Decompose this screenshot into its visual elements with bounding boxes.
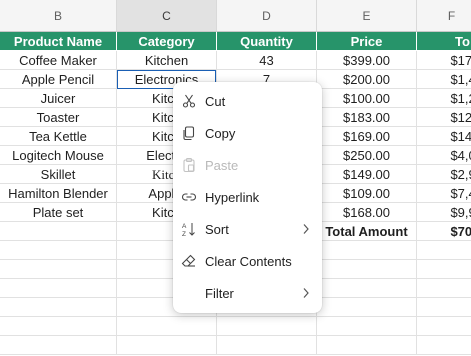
column-header-f[interactable]: F <box>417 0 471 32</box>
empty-cell[interactable] <box>417 241 471 260</box>
table-cell[interactable]: $2,98 <box>417 165 471 184</box>
empty-cell[interactable] <box>0 336 117 355</box>
scissors-icon <box>181 93 197 109</box>
total-label[interactable]: Total Amount <box>317 222 417 241</box>
empty-cell[interactable] <box>317 260 417 279</box>
table-cell[interactable]: $250.00 <box>317 146 417 165</box>
table-cell[interactable]: $399.00 <box>317 51 417 70</box>
table-cell[interactable]: $1,20 <box>417 89 471 108</box>
empty-cell[interactable] <box>417 336 471 355</box>
copy-icon <box>181 125 197 141</box>
sort-az-icon: AZ <box>181 221 197 237</box>
clipboard-icon <box>181 157 197 173</box>
table-cell[interactable]: $12,6 <box>417 108 471 127</box>
chevron-right-icon <box>302 223 310 235</box>
table-cell[interactable]: Kitchen <box>117 51 217 70</box>
table-cell[interactable]: Logitech Mouse <box>0 146 117 165</box>
menu-item-paste: Paste <box>173 149 322 181</box>
column-header-c[interactable]: C <box>117 0 217 32</box>
table-header-cell[interactable]: Product Name <box>0 32 117 51</box>
empty-cell[interactable] <box>317 298 417 317</box>
table-cell[interactable]: Juicer <box>0 89 117 108</box>
table-cell[interactable]: $100.00 <box>317 89 417 108</box>
svg-text:Z: Z <box>182 231 186 237</box>
menu-item-sort[interactable]: A Z Sort <box>173 213 322 245</box>
empty-cell[interactable] <box>317 241 417 260</box>
empty-cell[interactable] <box>0 260 117 279</box>
table-cell[interactable]: 43 <box>217 51 317 70</box>
table-header-cell[interactable]: Price <box>317 32 417 51</box>
table-cell[interactable]: $7,41 <box>417 184 471 203</box>
empty-cell[interactable] <box>117 317 217 336</box>
empty-cell[interactable] <box>0 241 117 260</box>
empty-cell[interactable] <box>217 317 317 336</box>
table-header-cell[interactable]: Category <box>117 32 217 51</box>
table-cell[interactable]: $9,91 <box>417 203 471 222</box>
column-header-e[interactable]: E <box>317 0 417 32</box>
empty-cell[interactable] <box>317 279 417 298</box>
table-cell[interactable]: $109.00 <box>317 184 417 203</box>
total-value[interactable]: $70,7 <box>417 222 471 241</box>
table-cell[interactable]: $1,40 <box>417 70 471 89</box>
table-cell[interactable]: $4,00 <box>417 146 471 165</box>
column-header-b[interactable]: B <box>0 0 117 32</box>
table-cell[interactable]: Coffee Maker <box>0 51 117 70</box>
menu-item-label: Cut <box>205 93 226 109</box>
table-cell[interactable] <box>0 222 117 241</box>
empty-cell[interactable] <box>417 260 471 279</box>
table-cell[interactable]: Tea Kettle <box>0 127 117 146</box>
table-cell[interactable]: Plate set <box>0 203 117 222</box>
table-cell[interactable]: Apple Pencil <box>0 70 117 89</box>
table-cell[interactable]: $168.00 <box>317 203 417 222</box>
blank-icon-slot <box>181 285 197 301</box>
menu-item-label: Copy <box>205 125 236 141</box>
empty-cell[interactable] <box>417 279 471 298</box>
empty-cell[interactable] <box>317 317 417 336</box>
table-cell[interactable]: $17,1 <box>417 51 471 70</box>
table-header-cell[interactable]: Quantity <box>217 32 317 51</box>
table-cell[interactable]: $200.00 <box>317 70 417 89</box>
table-cell[interactable]: $149.00 <box>317 165 417 184</box>
empty-cell[interactable] <box>317 336 417 355</box>
table-cell[interactable]: $14,0 <box>417 127 471 146</box>
table-cell[interactable]: Hamilton Blender <box>0 184 117 203</box>
chevron-right-icon <box>302 287 310 299</box>
empty-cell[interactable] <box>417 317 471 336</box>
empty-cell[interactable] <box>0 317 117 336</box>
empty-cell[interactable] <box>0 298 117 317</box>
table-cell[interactable]: Skillet <box>0 165 117 184</box>
column-header-d[interactable]: D <box>217 0 317 32</box>
empty-cell[interactable] <box>417 298 471 317</box>
menu-item-copy[interactable]: Copy <box>173 117 322 149</box>
table-cell[interactable]: $183.00 <box>317 108 417 127</box>
table-header-cell[interactable]: To <box>417 32 471 51</box>
empty-cell[interactable] <box>0 279 117 298</box>
menu-item-label: Hyperlink <box>205 189 260 205</box>
eraser-icon <box>181 253 197 269</box>
svg-text:A: A <box>182 223 187 230</box>
menu-item-hyperlink[interactable]: Hyperlink <box>173 181 322 213</box>
menu-item-clear-contents[interactable]: Clear Contents <box>173 245 322 277</box>
empty-cell[interactable] <box>217 336 317 355</box>
table-cell[interactable]: $169.00 <box>317 127 417 146</box>
menu-item-label: Paste <box>205 157 239 173</box>
link-icon <box>181 189 197 205</box>
menu-item-cut[interactable]: Cut <box>173 85 322 117</box>
table-cell[interactable]: Toaster <box>0 108 117 127</box>
empty-cell[interactable] <box>117 336 217 355</box>
context-menu: Cut Copy Paste Hyperlink A Z Sort Clear Content… <box>173 82 322 313</box>
menu-item-filter[interactable]: Filter <box>173 277 322 309</box>
menu-item-label: Clear Contents <box>205 253 292 269</box>
